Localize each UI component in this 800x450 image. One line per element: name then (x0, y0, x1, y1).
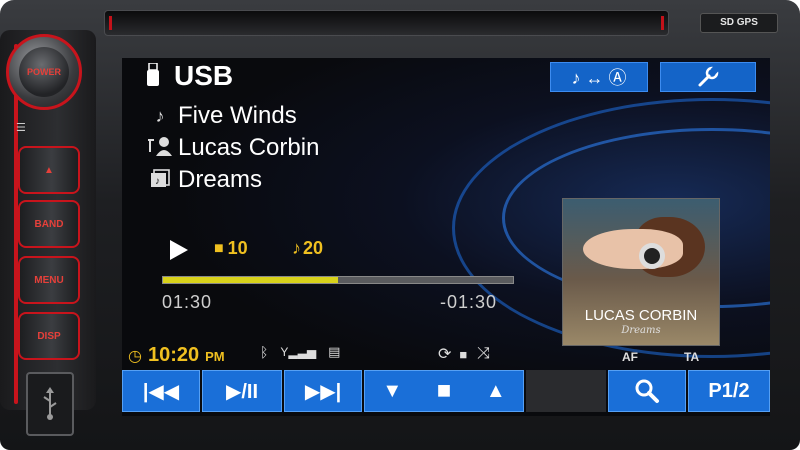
car-stereo-unit: SD GPS POWER ☰ ▲ BAND MENU DISP USB ♪ Fi… (0, 0, 800, 450)
play-pause-icon: ▶/II (225, 380, 259, 403)
power-knob[interactable]: POWER (6, 34, 82, 110)
album-name: Dreams (178, 166, 263, 193)
artist-row: Lucas Corbin (146, 134, 319, 162)
connectivity-status: ᛒ Y▂▃▅ ▤ (260, 344, 340, 360)
album-art: LUCAS CORBIN Dreams (562, 198, 720, 346)
folder-icon: ■ (214, 239, 224, 257)
clock-icon: ◷ (128, 348, 142, 365)
folder-icon: ■ (459, 346, 468, 362)
empty-slot (526, 370, 606, 412)
remaining-time: -01:30 (440, 292, 498, 312)
shuffle-icon: ⤨ (477, 345, 491, 362)
clock-ampm: PM (205, 349, 225, 364)
progress-bar[interactable] (162, 276, 514, 284)
display-screen: USB ♪ Five Winds Lucas Corbin ♪ Dreams ♪… (122, 58, 770, 416)
elapsed-time: 01:30 (162, 292, 213, 312)
ta-label: TA (684, 350, 700, 364)
ir-sensor-icon: ☰ (16, 122, 26, 134)
page-button[interactable]: P1/2 (688, 370, 770, 412)
folder-status: ■ 10 (214, 238, 248, 259)
menu-button[interactable]: MENU (18, 256, 80, 304)
slot-marker-right (661, 16, 664, 30)
bluetooth-icon: ᛒ (260, 344, 269, 360)
signal-icon: Y▂▃▅ (280, 345, 317, 359)
svg-text:♪: ♪ (155, 176, 160, 187)
progress-fill (163, 277, 338, 283)
af-label: AF (622, 350, 638, 364)
search-button[interactable] (608, 370, 686, 412)
track-title: Five Winds (178, 102, 297, 129)
wrench-icon (698, 66, 719, 87)
prev-track-button[interactable]: |◀◀ (122, 370, 200, 412)
arrow-down-icon[interactable]: ▼ (382, 380, 402, 403)
bottom-button-bar: |◀◀ ▶/II ▶▶| ▼ ■ ▲ P1/2 (122, 370, 770, 416)
artist-name: Lucas Corbin (178, 134, 320, 161)
album-icon: ♪ (146, 168, 174, 193)
music-nav-switch-icon: ♪ ↔ Ⓐ (571, 68, 627, 88)
album-art-artist: LUCAS CORBIN (584, 307, 698, 324)
clock: ◷ 10:20 PM (128, 344, 225, 367)
sd-gps-slot[interactable]: SD GPS (700, 13, 778, 33)
band-button[interactable]: BAND (18, 200, 80, 248)
disp-button[interactable]: DISP (18, 312, 80, 360)
clock-time: 10:20 (147, 344, 200, 366)
track-row: ♪ Five Winds (146, 102, 297, 130)
arrow-up-icon[interactable]: ▲ (486, 380, 506, 403)
slot-marker-left (109, 16, 112, 30)
album-art-face (583, 229, 683, 269)
music-note-icon: ♪ (292, 238, 301, 258)
usb-port-icon (43, 387, 57, 420)
settings-button[interactable] (660, 62, 756, 92)
usb-icon (147, 63, 159, 86)
disc-slot (104, 10, 669, 36)
eject-button[interactable]: ▲ (18, 146, 80, 194)
usb-port[interactable] (26, 372, 74, 436)
folder-number: 10 (227, 238, 248, 258)
search-icon (635, 379, 659, 403)
playback-mode-status: ⟳ ■ ⤨ (438, 344, 490, 364)
prev-track-icon: |◀◀ (142, 380, 180, 403)
phone-icon: ▤ (328, 344, 341, 359)
next-track-icon: ▶▶| (304, 380, 342, 403)
artist-icon (146, 136, 174, 161)
next-track-button[interactable]: ▶▶| (284, 370, 362, 412)
track-number: 20 (303, 238, 324, 258)
source-row: USB (146, 60, 233, 92)
album-row: ♪ Dreams (146, 166, 262, 194)
source-label: USB (174, 60, 234, 91)
album-art-headphone (639, 243, 665, 269)
power-button[interactable]: POWER (19, 47, 69, 97)
music-nav-switch-button[interactable]: ♪ ↔ Ⓐ (550, 62, 648, 92)
folder-navigation-button[interactable]: ▼ ■ ▲ (364, 370, 524, 412)
music-note-icon: ♪ (155, 105, 165, 126)
play-pause-button[interactable]: ▶/II (202, 370, 282, 412)
album-art-album: Dreams (621, 325, 661, 336)
repeat-icon: ⟳ (438, 346, 452, 363)
track-status: ♪ 20 (292, 238, 323, 259)
play-status-icon (170, 240, 188, 260)
folder-icon: ■ (436, 377, 452, 404)
